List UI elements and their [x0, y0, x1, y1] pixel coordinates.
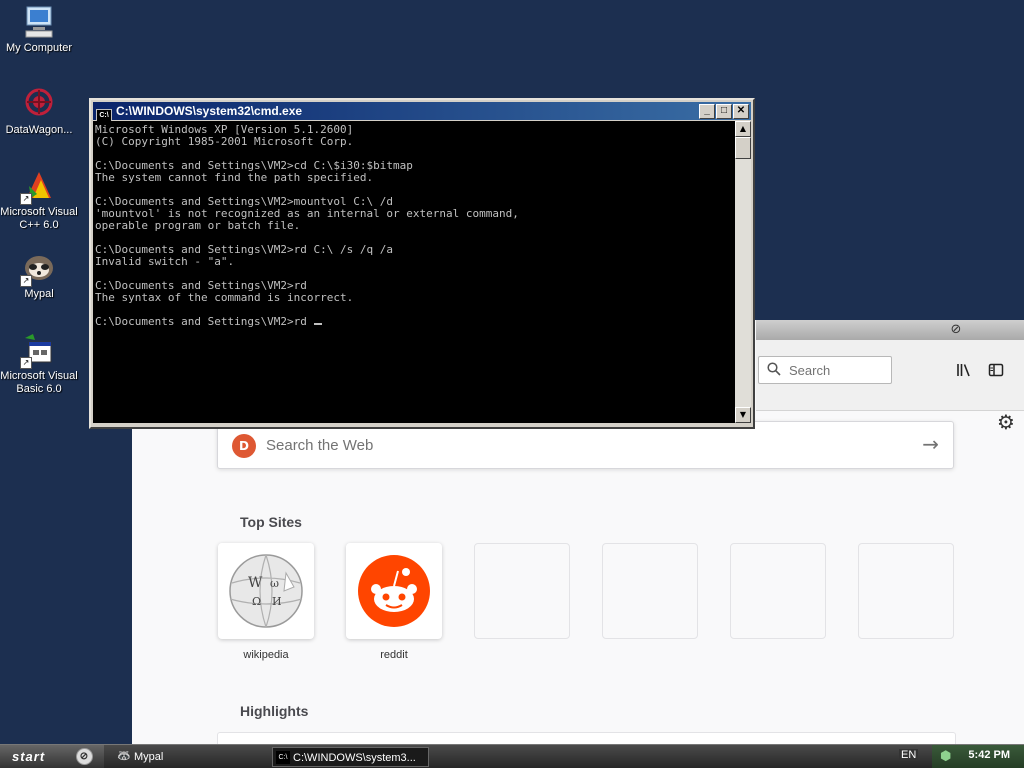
duckduckgo-icon: D	[232, 434, 256, 458]
library-icon[interactable]	[956, 362, 972, 382]
top-site-label[interactable]: reddit	[346, 649, 442, 661]
svg-text:И: И	[272, 595, 282, 608]
visual-cpp-icon: ↗	[20, 168, 57, 205]
taskbar: start ⊘ 🦝 Mypal C:\ C:\WINDOWS\system3..…	[0, 744, 1024, 768]
browser-search-input[interactable]: Search	[758, 356, 892, 384]
browser-titlebar: ⊘	[756, 320, 1024, 340]
desktop-icon-label: DataWagon...	[5, 124, 73, 136]
cmd-line: (C) Copyright 1985-2001 Microsoft Corp.	[95, 135, 354, 148]
cmd-title: C:\WINDOWS\system32\cmd.exe	[116, 104, 303, 118]
minimize-button[interactable]: _	[699, 104, 715, 119]
cmd-icon: C:\	[276, 751, 290, 764]
top-site-tile-reddit[interactable]	[346, 543, 442, 639]
mypal-icon: ↗	[20, 250, 57, 287]
maximize-button[interactable]: □	[716, 104, 732, 119]
web-search-placeholder: Search the Web	[266, 437, 374, 454]
start-orb-icon: ⊘	[76, 748, 93, 765]
top-site-tile-wikipedia[interactable]: W ω Ω И	[218, 543, 314, 639]
top-sites-title: Top Sites	[240, 514, 302, 530]
cmd-line: The syntax of the command is incorrect.	[95, 291, 354, 304]
cmd-line: Invalid switch - "a".	[95, 255, 235, 268]
desktop-icon-label: Microsoft Visual C++ 6.0	[0, 206, 78, 231]
network-icon[interactable]: ⬢	[940, 749, 951, 764]
clock[interactable]: 5:42 PM	[968, 749, 1010, 761]
top-site-tile-empty[interactable]	[474, 543, 570, 639]
system-tray: ⬢ 5:42 PM	[932, 745, 1024, 768]
close-button[interactable]: ✕	[733, 104, 749, 119]
top-site-tile-empty[interactable]	[602, 543, 698, 639]
gear-icon[interactable]: ⚙	[997, 410, 1015, 434]
taskbar-item-mypal[interactable]: 🦝 Mypal	[114, 747, 264, 767]
text-cursor	[313, 323, 322, 325]
desktop-icon-mypal[interactable]: ↗ Mypal	[0, 250, 82, 301]
desktop-icon-label: My Computer	[5, 42, 73, 54]
computer-icon	[21, 4, 57, 40]
mypal-icon: 🦝	[117, 750, 131, 762]
scroll-down-icon[interactable]: ▼	[735, 407, 751, 423]
taskbar-item-label: Mypal	[134, 751, 164, 763]
taskbar-item-cmd[interactable]: C:\ C:\WINDOWS\system3...	[272, 747, 429, 767]
vertical-scrollbar[interactable]: ▲ ▼	[735, 121, 751, 423]
cmd-prompt: C:\Documents and Settings\VM2>rd	[95, 315, 314, 328]
arrow-right-icon[interactable]: →	[922, 432, 939, 456]
scroll-thumb[interactable]	[735, 137, 751, 159]
cmd-line: operable program or batch file.	[95, 219, 301, 232]
desktop-icon-label: Microsoft Visual Basic 6.0	[0, 370, 78, 395]
scroll-up-icon[interactable]: ▲	[735, 121, 751, 137]
private-mode-icon[interactable]: ⊘	[948, 322, 964, 338]
top-site-tile-empty[interactable]	[730, 543, 826, 639]
cmd-titlebar[interactable]: C:\ C:\WINDOWS\system32\cmd.exe _ □ ✕	[93, 102, 751, 123]
highlights-title: Highlights	[240, 703, 309, 719]
desktop-icon-visual-basic[interactable]: ↗ Microsoft Visual Basic 6.0	[0, 332, 82, 396]
search-icon	[767, 362, 781, 380]
language-indicator[interactable]: EN	[899, 749, 919, 761]
visual-basic-icon: ↗	[20, 332, 57, 369]
cmd-output: Microsoft Windows XP [Version 5.1.2600](…	[95, 124, 733, 316]
cmd-window: C:\ C:\WINDOWS\system32\cmd.exe _ □ ✕ Mic…	[89, 98, 755, 429]
wikipedia-icon: W ω Ω И	[229, 554, 303, 628]
top-site-label[interactable]: wikipedia	[218, 649, 314, 661]
svg-text:ω: ω	[270, 577, 279, 590]
shortcut-arrow-icon: ↗	[20, 193, 32, 205]
desktop-icon-label: Mypal	[24, 288, 54, 300]
desktop-icon-datawagon[interactable]: DataWagon...	[0, 86, 82, 137]
start-label: start	[12, 749, 46, 764]
reddit-icon	[358, 555, 430, 627]
desktop-icon-my-computer[interactable]: My Computer	[0, 4, 82, 55]
sidebar-icon[interactable]	[988, 362, 1004, 382]
shortcut-arrow-icon: ↗	[20, 275, 32, 287]
desktop-icon-visual-cpp[interactable]: ↗ Microsoft Visual C++ 6.0	[0, 168, 82, 232]
svg-text:Ω: Ω	[252, 595, 261, 608]
svg-text:W: W	[248, 575, 263, 591]
datawagon-icon	[21, 86, 57, 122]
start-button[interactable]: start ⊘	[0, 745, 104, 768]
top-site-tile-empty[interactable]	[858, 543, 954, 639]
shortcut-arrow-icon: ↗	[20, 357, 32, 369]
cmd-console[interactable]: Microsoft Windows XP [Version 5.1.2600](…	[93, 121, 735, 423]
taskbar-item-label: C:\WINDOWS\system3...	[293, 752, 416, 764]
cmd-line: The system cannot find the path specifie…	[95, 171, 374, 184]
search-placeholder: Search	[789, 363, 831, 378]
